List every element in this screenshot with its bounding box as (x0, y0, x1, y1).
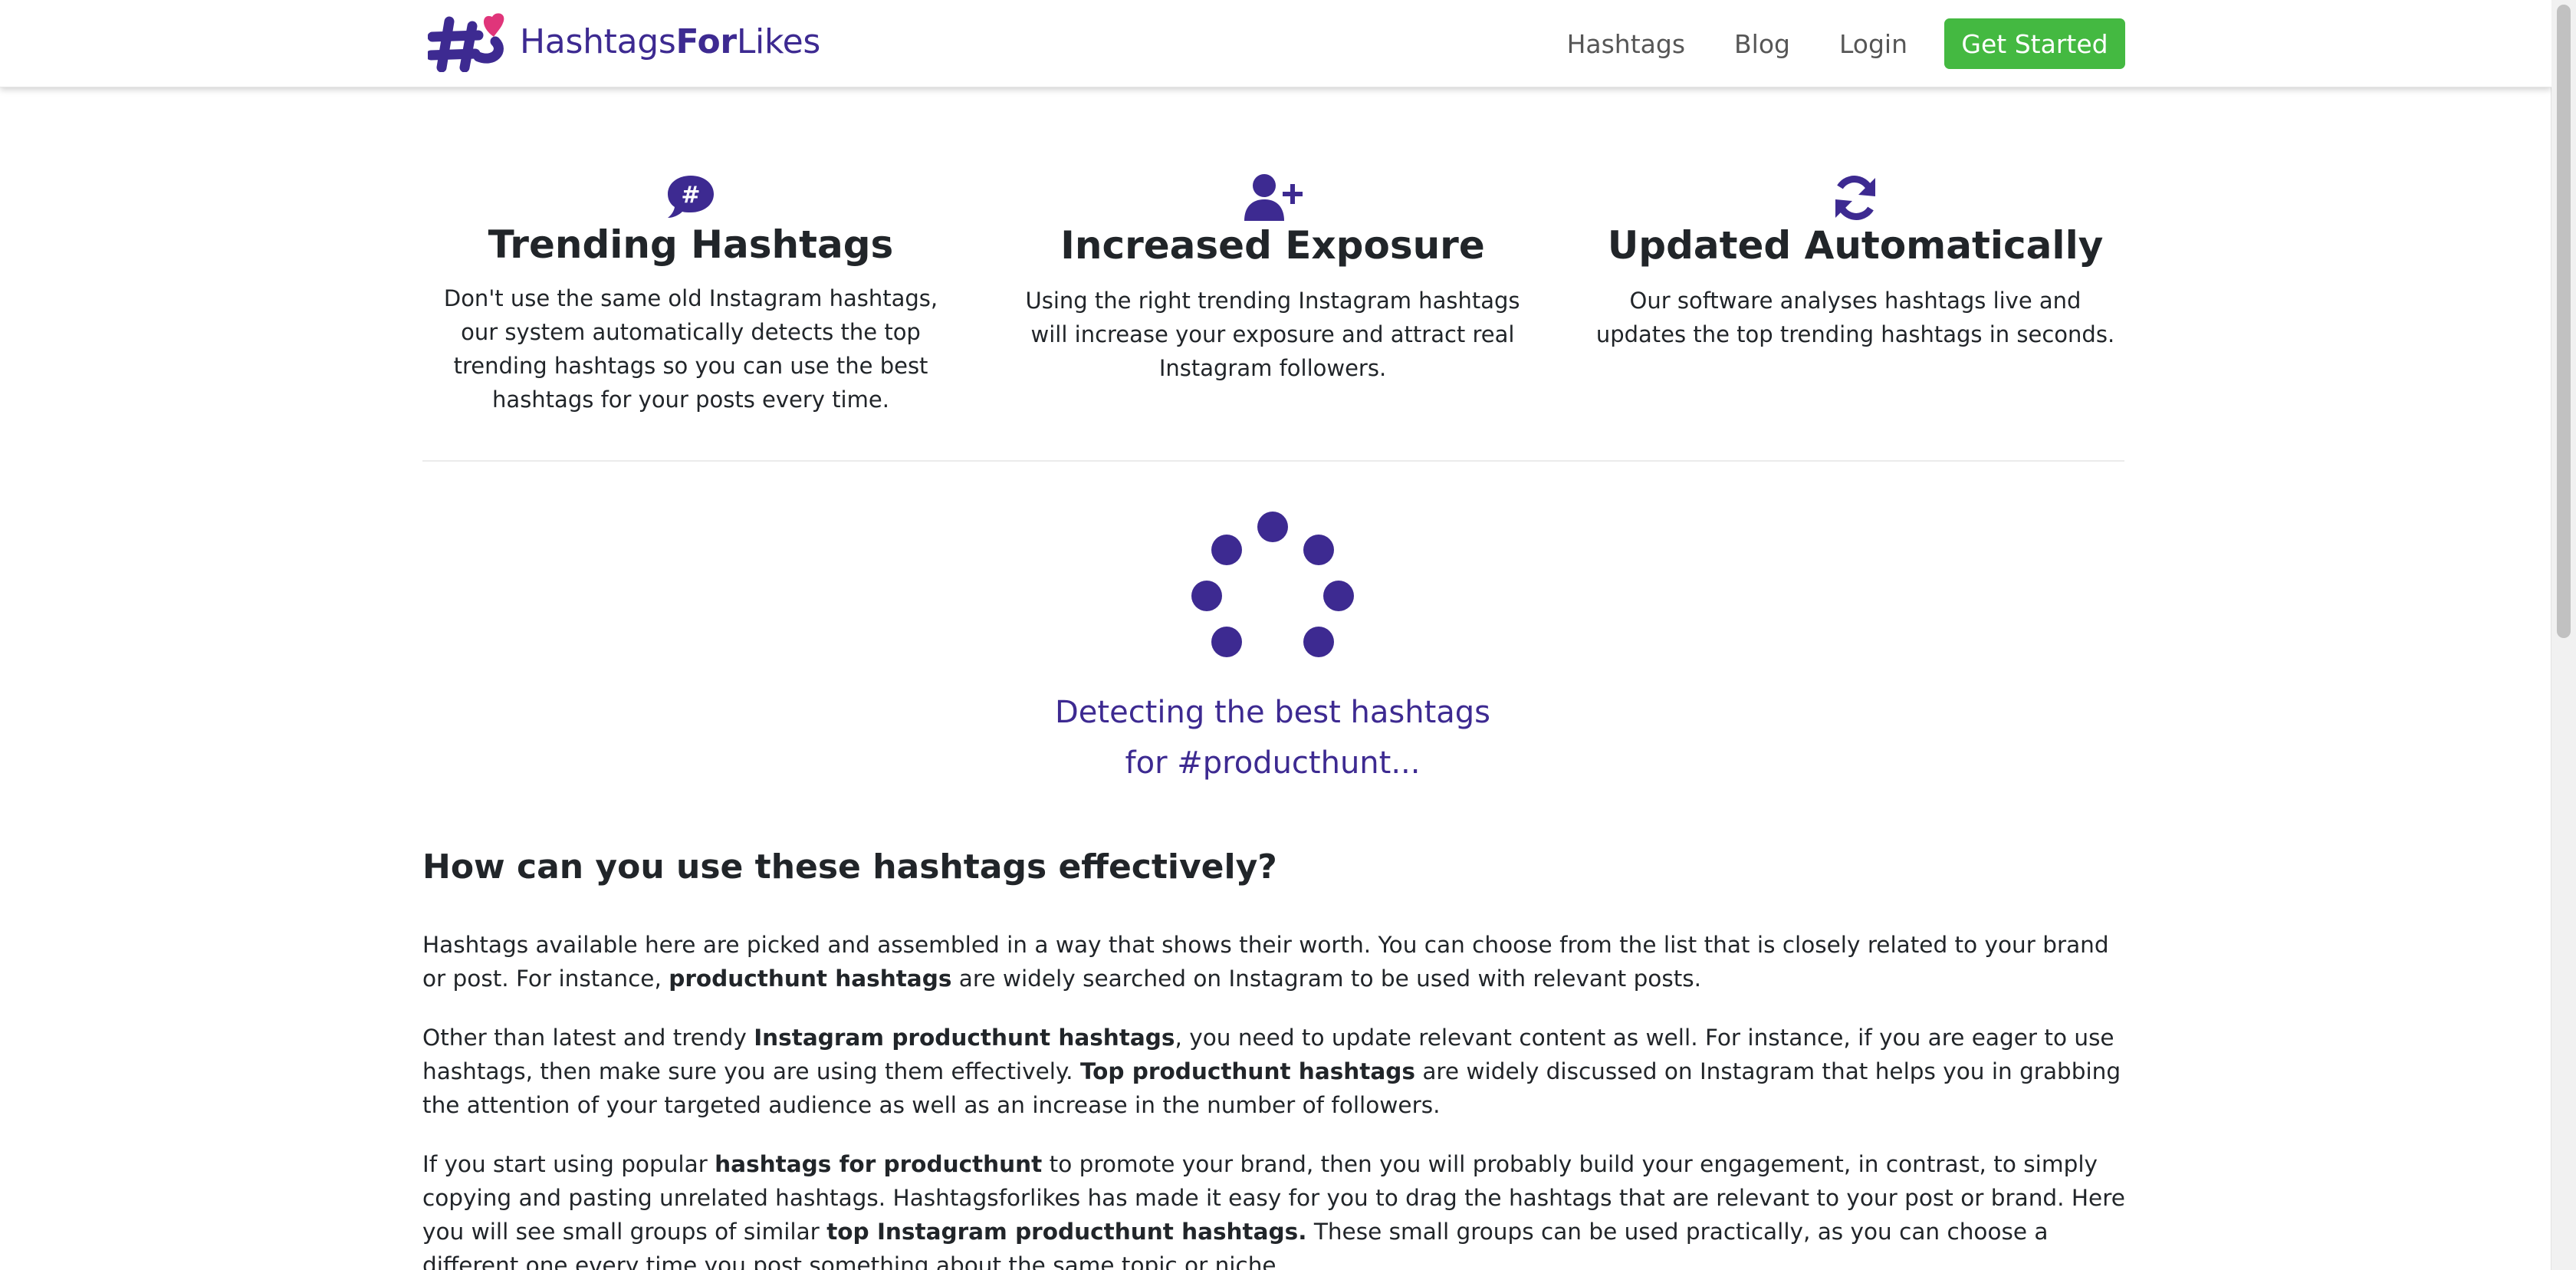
hashtag-chat-icon: # (668, 176, 714, 218)
spinner-dot (1257, 512, 1288, 542)
vertical-scrollbar[interactable] (2551, 0, 2576, 1270)
page: HashtagsForLikes Hashtags Blog Login Get… (0, 0, 2551, 1270)
feature-updated-automatically: Updated Automatically Our software analy… (1587, 169, 2124, 351)
feature-title: Updated Automatically (1607, 223, 2104, 268)
scrollbar-thumb[interactable] (2557, 5, 2571, 638)
nav-link-hashtags[interactable]: Hashtags (1567, 29, 1685, 59)
user-plus-icon (1244, 174, 1303, 221)
feature-description: Our software analyses hashtags live and … (1595, 288, 2115, 347)
loading-line-1: Detecting the best hashtags (1054, 695, 1491, 730)
spinner-dot (1211, 535, 1242, 565)
article-paragraph-1: Hashtags available here are picked and a… (422, 932, 2109, 992)
article-paragraph-2: Other than latest and trendy Instagram p… (422, 1025, 2121, 1118)
get-started-button[interactable]: Get Started (1944, 18, 2125, 69)
spinner-dot (1211, 627, 1242, 657)
main-nav: Hashtags Blog Login Get Started (1567, 18, 2125, 69)
feature-description: Using the right trending Instagram hasht… (1025, 288, 1520, 381)
refresh-icon (1835, 176, 1875, 220)
feature-title: Increased Exposure (1060, 223, 1485, 268)
spinner-dot (1191, 581, 1222, 611)
svg-text:#: # (681, 182, 700, 209)
feature-title: Trending Hashtags (488, 222, 894, 267)
spinner-dot (1323, 581, 1354, 611)
top-navbar: HashtagsForLikes Hashtags Blog Login Get… (0, 0, 2551, 87)
nav-link-blog[interactable]: Blog (1734, 29, 1790, 59)
loading-status-text: Detecting the best hashtags for #product… (882, 687, 1664, 788)
spinner-dot (1303, 627, 1334, 657)
brand-logo[interactable]: HashtagsForLikes (428, 11, 820, 72)
loading-spinner (1173, 512, 1372, 673)
nav-link-login[interactable]: Login (1839, 29, 1907, 59)
feature-increased-exposure: Increased Exposure Using the right trend… (1004, 169, 1541, 385)
spinner-dot (1303, 535, 1334, 565)
article-paragraph-3: If you start using popular hashtags for … (422, 1151, 2125, 1270)
loading-line-2: for #producthunt... (1125, 745, 1421, 781)
section-divider (422, 460, 2124, 462)
hashtag-heart-logo-icon (428, 13, 504, 72)
feature-trending-hashtags: # Trending Hashtags Don't use the same o… (422, 169, 959, 416)
feature-description: Don't use the same old Instagram hashtag… (443, 285, 938, 413)
brand-name: HashtagsForLikes (520, 21, 820, 61)
article-heading: How can you use these hashtags effective… (422, 847, 1277, 887)
article-section: How can you use these hashtags effective… (422, 841, 2128, 1270)
